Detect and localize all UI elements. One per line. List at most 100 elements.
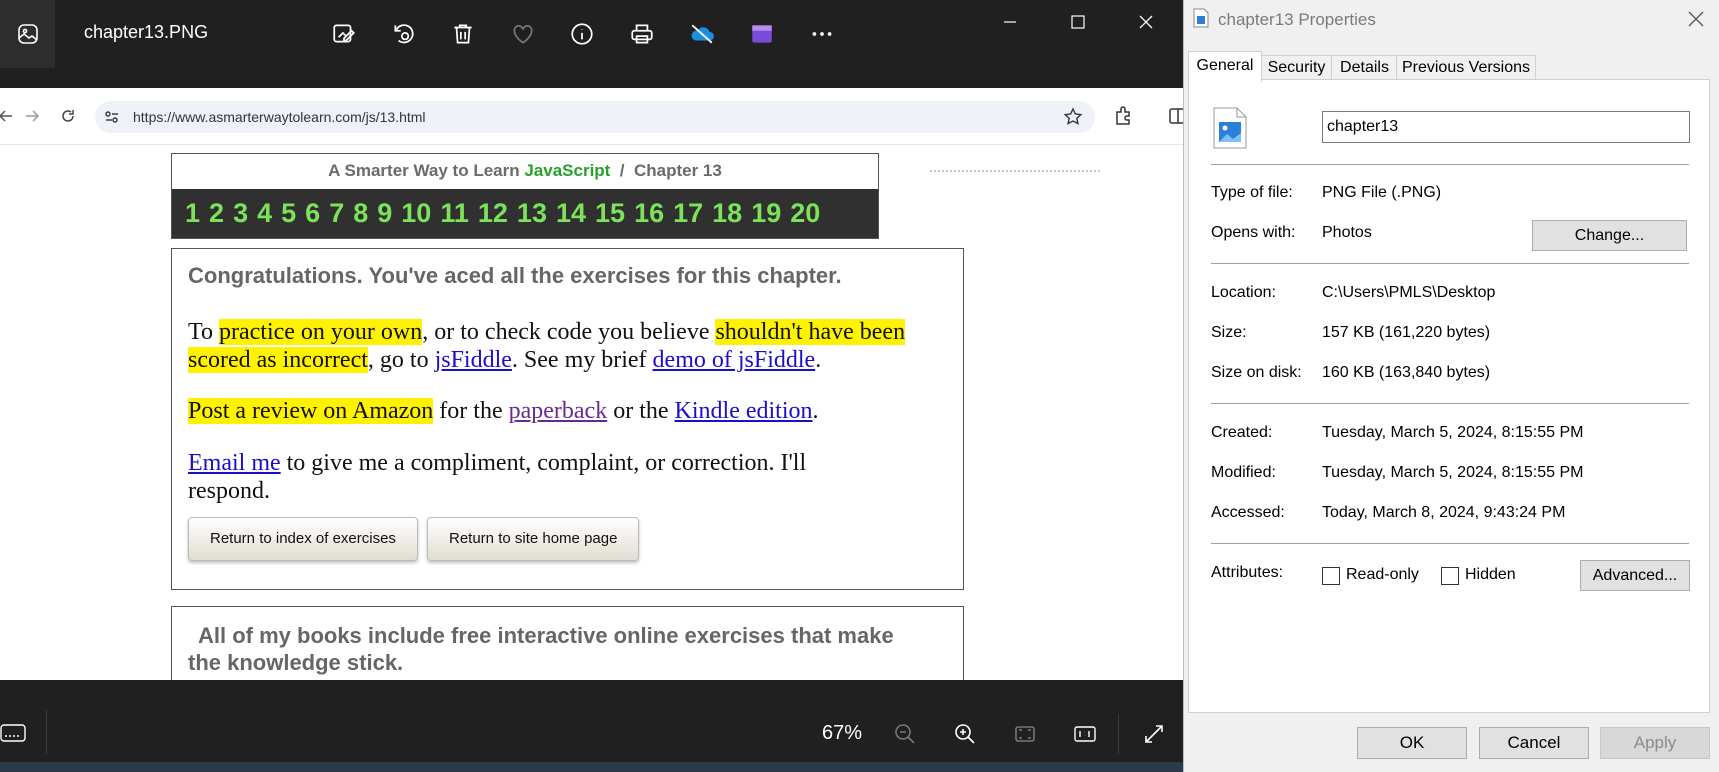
split-screen-icon — [1169, 108, 1183, 124]
info-icon[interactable] — [566, 18, 598, 50]
paragraph-email: Email me to give me a compliment, compla… — [188, 449, 888, 505]
photos-viewer-window: chapter13.PNG https://www.asmarterwaytol… — [0, 0, 1183, 772]
favorite-icon[interactable] — [507, 18, 539, 50]
chapter-link[interactable]: 8 — [353, 198, 368, 229]
tab-previous-versions[interactable]: Previous Versions — [1396, 55, 1536, 80]
read-only-checkbox[interactable] — [1322, 567, 1340, 585]
edit-image-icon[interactable] — [328, 18, 360, 50]
tab-details[interactable]: Details — [1331, 55, 1398, 80]
filmstrip-icon[interactable] — [0, 722, 26, 744]
chapter-link[interactable]: 3 — [233, 198, 248, 229]
crumb-chapter: / Chapter 13 — [610, 161, 722, 180]
congrats-box: Congratulations. You've aced all the exe… — [171, 248, 964, 590]
size-value: 157 KB (161,220 bytes) — [1322, 324, 1491, 341]
advanced-button[interactable]: Advanced... — [1580, 560, 1690, 591]
file-name-input[interactable]: chapter13 — [1322, 111, 1690, 143]
chapter-link[interactable]: 16 — [634, 198, 664, 229]
return-index-button[interactable]: Return to index of exercises — [188, 517, 418, 561]
demo-jsfiddle-link[interactable]: demo of jsFiddle — [653, 347, 816, 373]
text: To — [188, 319, 219, 345]
cancel-button[interactable]: Cancel — [1479, 727, 1589, 759]
jsfiddle-link[interactable]: jsFiddle — [435, 347, 512, 373]
chapter-link[interactable]: 11 — [440, 198, 469, 229]
chapter-link[interactable]: 12 — [478, 198, 508, 229]
more-icon[interactable] — [806, 18, 838, 50]
chapter-link[interactable]: 6 — [305, 198, 320, 229]
change-button[interactable]: Change... — [1532, 220, 1687, 251]
chapter-number-bar: 1 2 3 4 5 6 7 8 9 10 11 12 13 14 15 16 17 18 19 20 — [172, 189, 878, 238]
image-canvas: https://www.asmarterwaytolearn.com/js/13… — [0, 88, 1183, 680]
maximize-button[interactable] — [1054, 8, 1102, 36]
chapter-link[interactable]: 19 — [751, 198, 781, 229]
chapter-link[interactable]: 4 — [257, 198, 272, 229]
breadcrumb: A Smarter Way to Learn JavaScript / Chap… — [172, 154, 878, 188]
viewer-file-title: chapter13.PNG — [84, 22, 209, 42]
chapter-link[interactable]: 1 — [185, 198, 200, 229]
accessed-value: Today, March 8, 2024, 9:43:24 PM — [1322, 504, 1566, 521]
tab-general[interactable]: General — [1188, 51, 1262, 82]
books-text: All of my books include free interactive… — [188, 623, 894, 675]
chapter-link[interactable]: 5 — [281, 198, 296, 229]
close-button[interactable] — [1122, 8, 1170, 36]
extensions-icon — [1116, 106, 1130, 125]
hidden-label: Hidden — [1465, 566, 1516, 583]
return-home-button[interactable]: Return to site home page — [427, 517, 640, 561]
onedrive-icon[interactable] — [686, 18, 718, 50]
chapter-link[interactable]: 10 — [401, 198, 431, 229]
png-file-icon — [1213, 107, 1247, 149]
apply-button[interactable]: Apply — [1600, 727, 1710, 759]
delete-icon[interactable] — [447, 18, 479, 50]
clipchamp-icon[interactable] — [746, 18, 778, 50]
highlight-text: practice on your own — [218, 319, 423, 345]
location-value: C:\Users\PMLS\Desktop — [1322, 284, 1496, 301]
zoom-out-icon[interactable] — [891, 720, 919, 748]
text: for the — [433, 398, 509, 424]
bookmark-star-icon — [1063, 107, 1083, 125]
created-value: Tuesday, March 5, 2024, 8:15:55 PM — [1322, 424, 1584, 441]
crumb-prefix: A Smarter Way to Learn — [328, 161, 525, 180]
fullscreen-icon[interactable] — [1140, 720, 1168, 748]
text: or the — [607, 398, 675, 424]
chapter-link[interactable]: 18 — [712, 198, 742, 229]
books-box: All of my books include free interactive… — [171, 606, 964, 680]
chapter-link[interactable]: 7 — [329, 198, 344, 229]
back-icon — [0, 104, 18, 128]
chapter-link[interactable]: 15 — [595, 198, 625, 229]
reload-icon — [56, 104, 80, 128]
actual-size-icon[interactable] — [1071, 720, 1099, 748]
chapter-link[interactable]: 20 — [790, 198, 820, 229]
zoom-in-icon[interactable] — [951, 720, 979, 748]
chapter-header: A Smarter Way to Learn JavaScript / Chap… — [171, 153, 879, 239]
size-on-disk-value: 160 KB (163,840 bytes) — [1322, 364, 1491, 381]
photos-app-icon[interactable] — [0, 0, 55, 68]
read-only-label: Read-only — [1346, 566, 1419, 583]
fit-to-window-icon[interactable] — [1011, 720, 1039, 748]
accessed-label: Accessed: — [1211, 504, 1285, 521]
hidden-checkbox[interactable] — [1441, 567, 1459, 585]
chapter-link[interactable]: 14 — [556, 198, 586, 229]
address-bar: https://www.asmarterwaytolearn.com/js/13… — [95, 101, 1095, 133]
print-icon[interactable] — [626, 18, 658, 50]
ok-button[interactable]: OK — [1357, 727, 1467, 759]
paragraph-practice: To practice on your own, or to check cod… — [188, 318, 948, 374]
divider — [1211, 263, 1689, 264]
chapter-link[interactable]: 9 — [377, 198, 392, 229]
kindle-edition-link[interactable]: Kindle edition — [675, 398, 813, 424]
chapter-link[interactable]: 13 — [517, 198, 547, 229]
paperback-link[interactable]: paperback — [509, 398, 608, 424]
text: . See my brief — [511, 347, 653, 373]
site-info-icon — [105, 111, 118, 123]
rotate-icon[interactable] — [388, 18, 420, 50]
close-icon[interactable] — [1685, 8, 1707, 30]
minimize-button[interactable] — [986, 8, 1034, 36]
viewer-titlebar: chapter13.PNG — [0, 0, 1183, 68]
tab-security[interactable]: Security — [1260, 55, 1333, 80]
zoom-level: 67% — [822, 722, 863, 744]
chapter-link[interactable]: 2 — [209, 198, 224, 229]
email-me-link[interactable]: Email me — [188, 450, 281, 476]
modified-label: Modified: — [1211, 464, 1276, 481]
size-label: Size: — [1211, 324, 1247, 341]
chapter-link[interactable]: 17 — [673, 198, 703, 229]
general-panel: chapter13 Type of file: PNG File (.PNG) … — [1188, 79, 1710, 713]
paragraph-review: Post a review on Amazon for the paperbac… — [188, 397, 948, 425]
